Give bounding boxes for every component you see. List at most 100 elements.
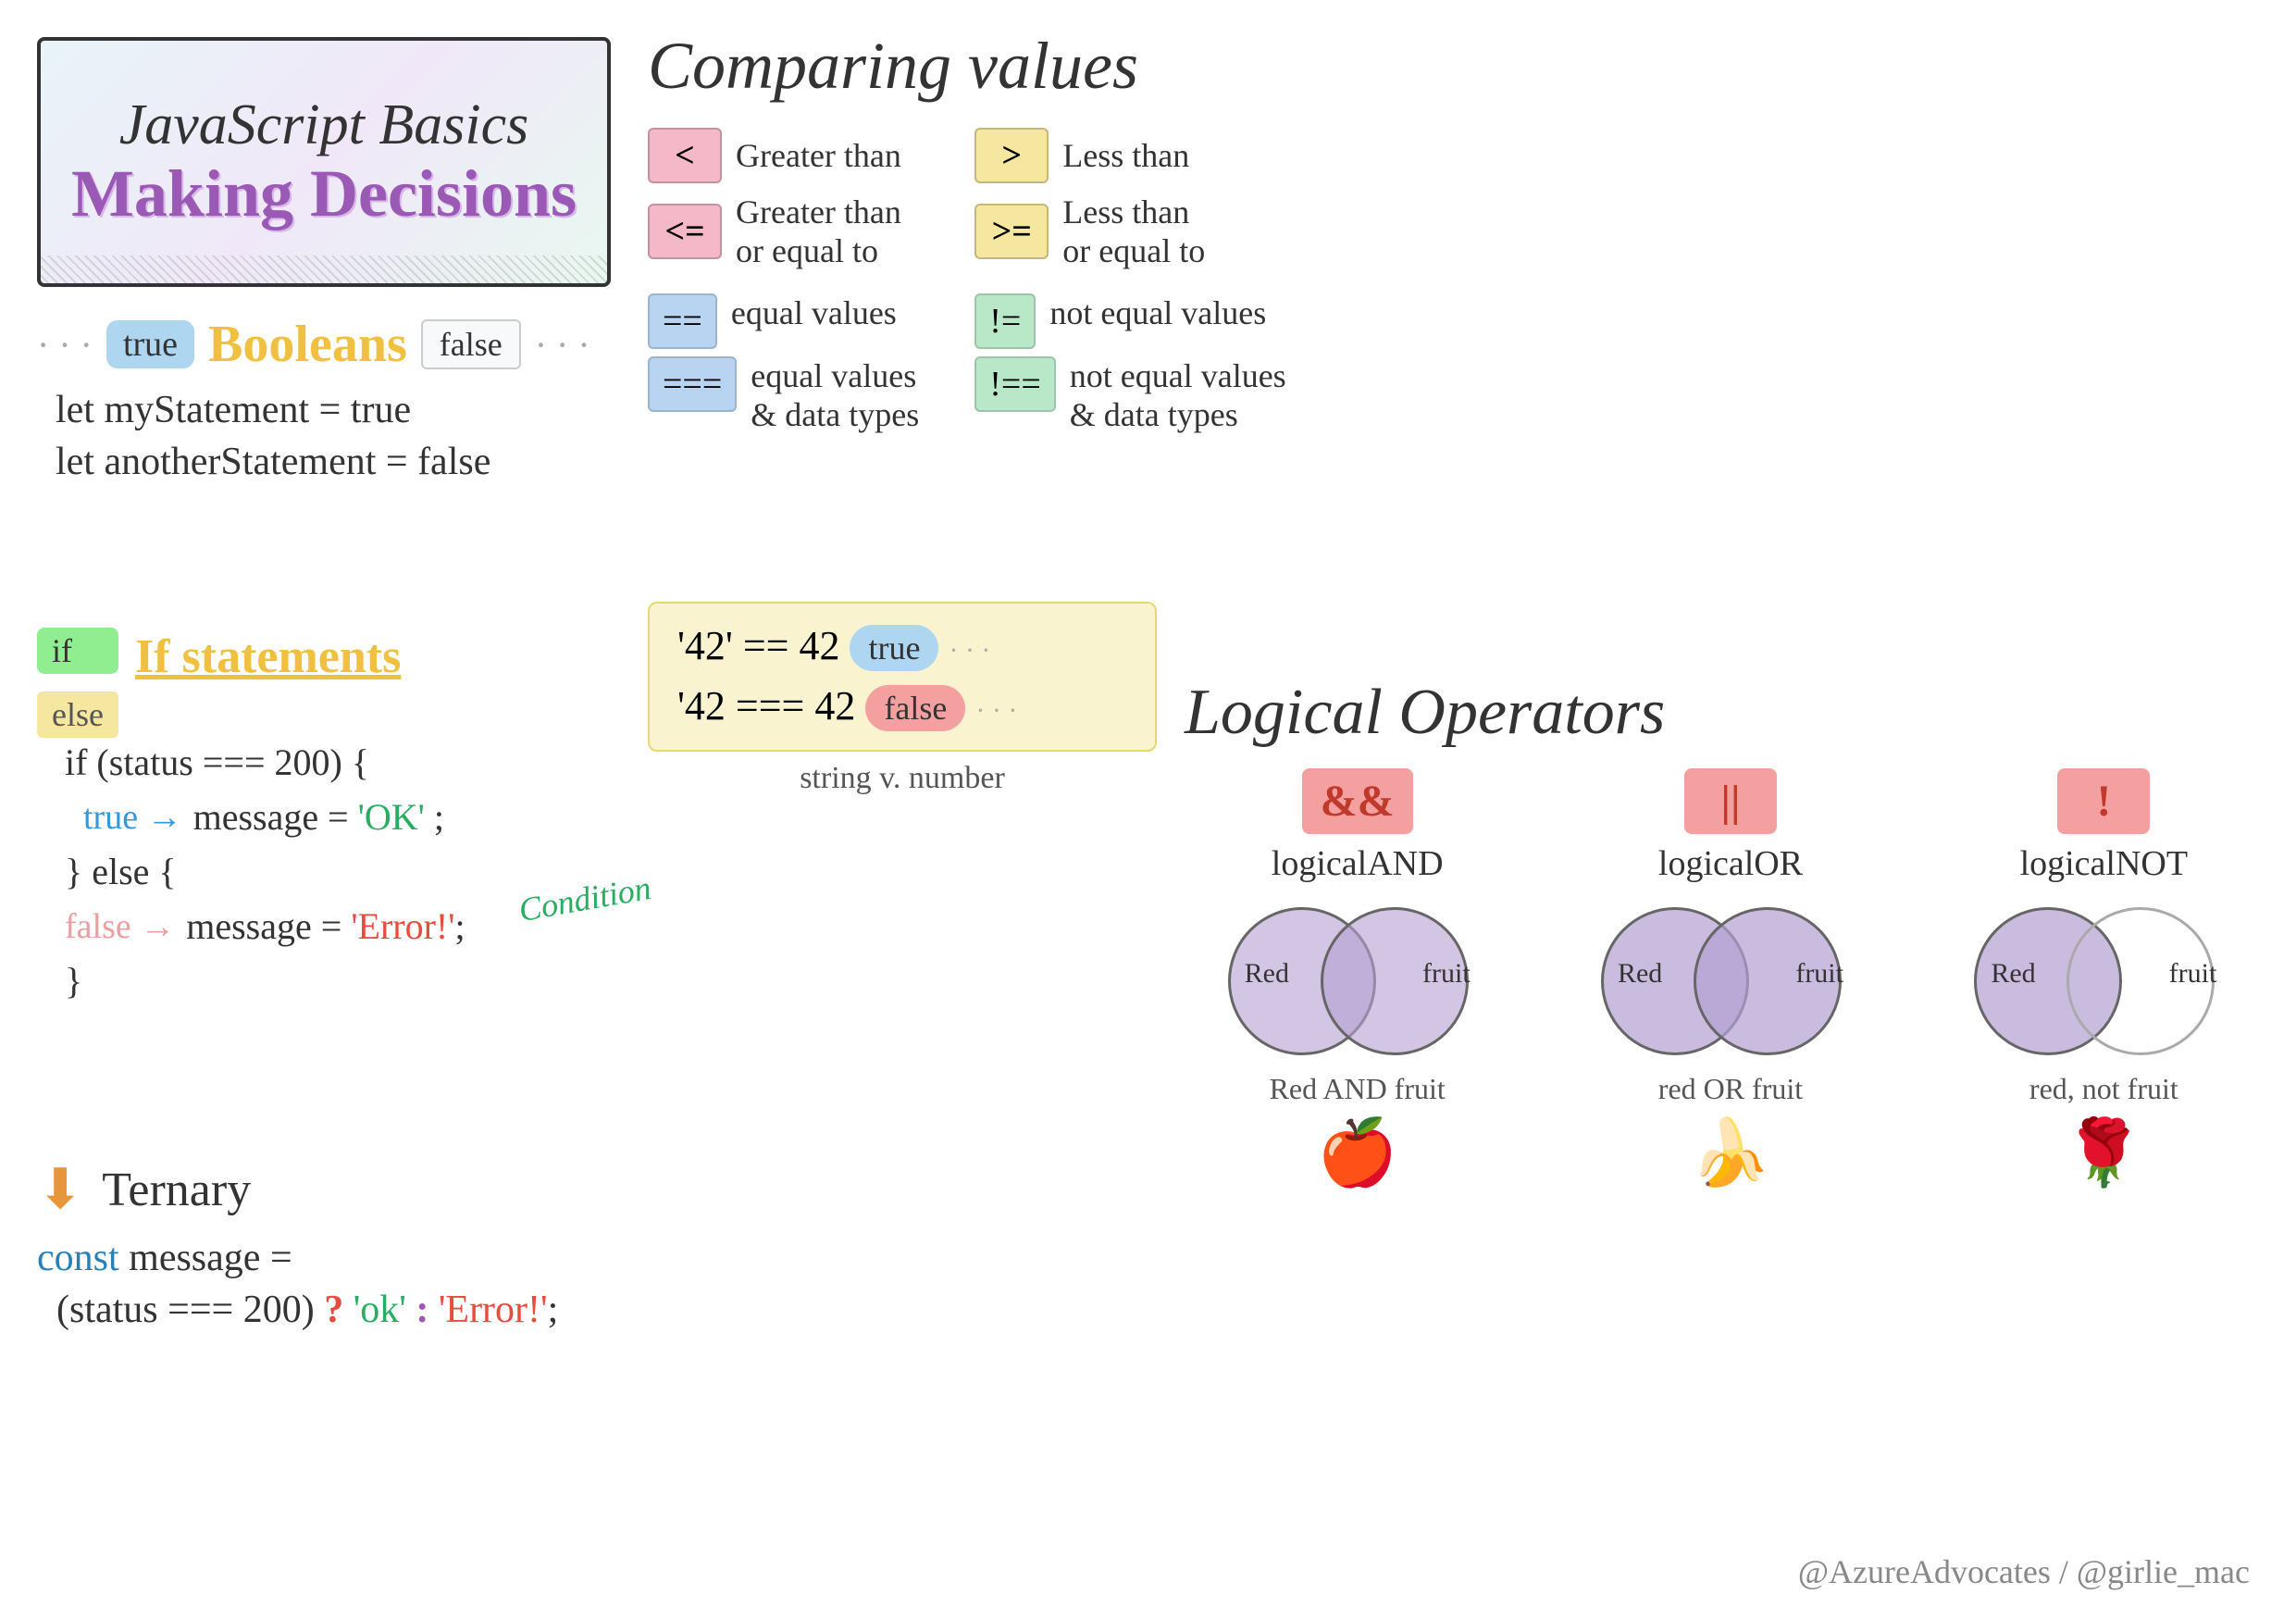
- logical-or-operator: ||: [1684, 768, 1777, 834]
- if-else-tags: if else: [37, 637, 118, 733]
- and-fruit-emoji: 🍎: [1317, 1115, 1397, 1191]
- venn-or-right-label: fruit: [1795, 958, 1843, 990]
- title-js: JavaScript Basics: [119, 93, 529, 156]
- logical-and-name: logicalAND: [1272, 843, 1444, 884]
- not-equal-row-triple: !== not equal values& data types: [974, 356, 1285, 434]
- if-title-container: if else If statements: [37, 629, 639, 733]
- logical-or-name: logicalOR: [1658, 843, 1803, 884]
- ternary-question: ?: [324, 1289, 343, 1331]
- operator-gte-label: Less thanor equal to: [1062, 193, 1205, 270]
- operator-eq-triple: ===: [648, 356, 737, 412]
- comparing-values-section: Comparing values < Greater than <= Great…: [648, 28, 2267, 442]
- ternary-label: Ternary: [102, 1163, 251, 1217]
- yellow-comparison-box: '42' == 42 true · · · '42 === 42 false ·…: [648, 602, 1157, 752]
- venn-not-right-label: fruit: [2169, 958, 2217, 990]
- operators-right-col: > Less than >= Less thanor equal to != n…: [974, 128, 1285, 442]
- operator-eq-triple-label: equal values& data types: [751, 356, 919, 434]
- not-equal-section: != not equal values !== not equal values…: [974, 293, 1285, 434]
- if-code-line1: if (status === 200) {: [37, 741, 639, 784]
- string-comparison-box: '42' == 42 true · · · '42 === 42 false ·…: [648, 602, 1157, 796]
- venn-or-diagram: Red fruit: [1601, 907, 1860, 1055]
- venn-or-caption: red OR fruit: [1658, 1072, 1803, 1106]
- operator-row-lt: < Greater than: [648, 128, 919, 183]
- booleans-label: Booleans: [208, 315, 407, 374]
- boolean-code-line2: let anotherStatement = false: [37, 440, 611, 484]
- dot-decoration-right: · · ·: [535, 323, 590, 367]
- operator-neq-triple-label: not equal values& data types: [1070, 356, 1286, 434]
- equal-row-triple: === equal values& data types: [648, 356, 919, 434]
- operators-left-col: < Greater than <= Greater thanor equal t…: [648, 128, 919, 442]
- venn-or-left-label: Red: [1618, 958, 1662, 990]
- operator-lt-label: Greater than: [736, 136, 901, 175]
- if-code-line4: message = 'Error!';: [186, 904, 465, 948]
- venn-and-caption: Red AND fruit: [1270, 1072, 1446, 1106]
- not-equal-row-double: != not equal values: [974, 293, 1285, 349]
- operator-row-gt: > Less than: [974, 128, 1285, 183]
- logical-operators-title: Logical Operators: [1185, 676, 2277, 750]
- operator-neq-triple: !==: [974, 356, 1056, 412]
- operator-eq-double: ==: [648, 293, 717, 349]
- logical-operators-grid: && logicalAND Red fruit Red AND fruit 🍎 …: [1185, 768, 2277, 1191]
- operator-gte: >=: [974, 204, 1049, 259]
- const-keyword: const: [37, 1237, 119, 1279]
- logical-and-col: && logicalAND Red fruit Red AND fruit 🍎: [1185, 768, 1530, 1191]
- string-v-number-caption: string v. number: [648, 761, 1157, 796]
- booleans-section: · · · true Booleans false · · · let mySt…: [37, 315, 611, 492]
- true-tag: true: [106, 320, 194, 368]
- if-statements-section: if else If statements if (status === 200…: [37, 629, 639, 1008]
- operator-gt: >: [974, 128, 1049, 183]
- title-box: JavaScript Basics Making Decisions: [37, 37, 611, 287]
- false-tag: false: [421, 319, 521, 369]
- logical-or-col: || logicalOR Red fruit red OR fruit 🍌: [1558, 768, 1903, 1191]
- ternary-header: ⬇ Ternary: [37, 1157, 685, 1222]
- operator-gt-label: Less than: [1062, 136, 1189, 175]
- operator-lt: <: [648, 128, 722, 183]
- comparison-line2: '42 === 42 false · · ·: [677, 682, 1127, 731]
- logical-not-col: ! logicalNOT Red fruit red, not fruit 🌹: [1931, 768, 2277, 1191]
- result-false: false: [865, 685, 965, 731]
- operator-neq-double: !=: [974, 293, 1036, 349]
- comparing-values-title: Comparing values: [648, 28, 2267, 105]
- venn-and-right-label: fruit: [1422, 958, 1471, 990]
- venn-and-diagram: Red fruit: [1228, 907, 1487, 1055]
- operator-row-lte: <= Greater thanor equal to: [648, 193, 919, 270]
- ternary-colon: :: [416, 1289, 428, 1331]
- logical-operators-section: Logical Operators && logicalAND Red frui…: [1185, 676, 2277, 1191]
- if-code-line5: }: [37, 959, 639, 1003]
- operator-lte-label: Greater thanor equal to: [736, 193, 901, 270]
- operator-neq-double-label: not equal values: [1049, 293, 1266, 332]
- boolean-code-line1: let myStatement = true: [37, 388, 611, 432]
- logical-not-name: logicalNOT: [2020, 843, 2189, 884]
- venn-not-left-label: Red: [1991, 958, 2035, 990]
- venn-not-diagram: Red fruit: [1974, 907, 2233, 1055]
- operator-lte: <=: [648, 204, 722, 259]
- ternary-code-line2: (status === 200) ? 'ok' : 'Error!';: [37, 1288, 685, 1332]
- logical-and-operator: &&: [1302, 768, 1413, 834]
- dot-decoration-left: · · ·: [37, 323, 93, 367]
- false-indicator: false →: [65, 906, 175, 947]
- result-true: true: [850, 625, 938, 671]
- if-code-block: if (status === 200) { true → message = '…: [37, 741, 639, 1003]
- title-hatch-decoration: [41, 255, 607, 283]
- ternary-arrow-icon: ⬇: [37, 1157, 83, 1222]
- operator-eq-double-label: equal values: [731, 293, 897, 332]
- attribution: @AzureAdvocates / @girlie_mac: [1798, 1552, 2250, 1591]
- if-statements-label: If statements: [135, 629, 401, 684]
- comparison-expr2: '42 === 42: [677, 683, 855, 729]
- dots-dec2: · · ·: [975, 695, 1017, 726]
- ternary-code-line1: const message =: [37, 1236, 685, 1280]
- operators-grid: < Greater than <= Greater thanor equal t…: [648, 128, 2267, 442]
- comparison-expr1: '42' == 42: [677, 623, 839, 668]
- if-true-row: true → message = 'OK' ;: [37, 790, 639, 844]
- venn-and-left-label: Red: [1245, 958, 1289, 990]
- else-tag: else: [37, 691, 118, 738]
- equal-section: == equal values === equal values& data t…: [648, 293, 919, 434]
- venn-not-caption: red, not fruit: [2029, 1072, 2178, 1106]
- or-fruit-emoji: 🍌: [1690, 1115, 1770, 1191]
- equal-row-double: == equal values: [648, 293, 919, 349]
- ternary-section: ⬇ Ternary const message = (status === 20…: [37, 1157, 685, 1339]
- not-fruit-emoji: 🌹: [2064, 1115, 2144, 1191]
- if-code-line2: message = 'OK' ;: [193, 795, 444, 839]
- dots-dec1: · · ·: [949, 635, 990, 666]
- operator-row-gte: >= Less thanor equal to: [974, 193, 1285, 270]
